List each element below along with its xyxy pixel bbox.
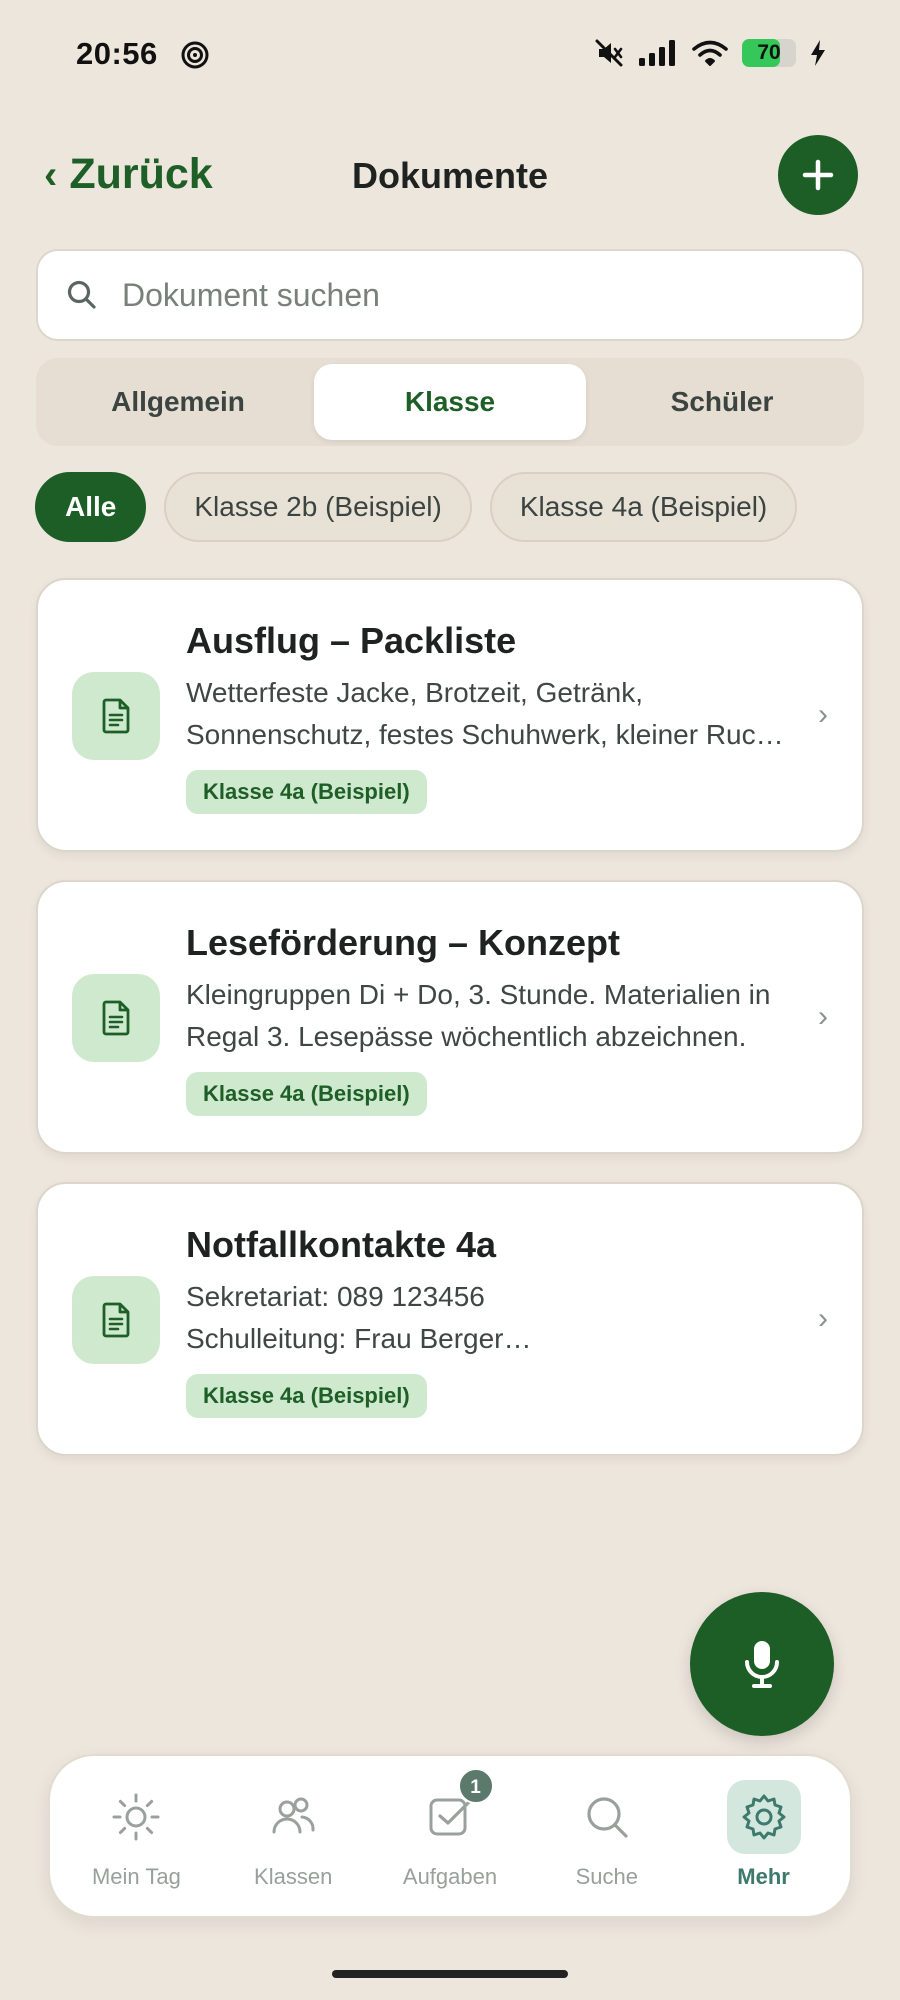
document-icon [72, 974, 160, 1062]
chevron-right-icon: › [818, 1302, 828, 1335]
tab-label: Aufgaben [402, 1864, 498, 1889]
tab-label: Suche [575, 1864, 638, 1889]
tab-label: Klassen [254, 1864, 333, 1889]
tab-label: Mehr [737, 1864, 790, 1889]
document-card[interactable]: Notfallkontakte 4a Sekretariat: 089 1234… [36, 1182, 864, 1456]
status-bar: 20:56 70 [0, 0, 900, 110]
document-card[interactable]: Leseförderung – Konzept Kleingruppen Di … [36, 880, 864, 1154]
search-bar[interactable] [36, 249, 864, 341]
filter-chips: Alle Klasse 2b (Beispiel) Klasse 4a (Bei… [35, 472, 798, 542]
filter-chip-klasse-2b[interactable]: Klasse 2b (Beispiel) [164, 472, 472, 542]
document-title: Leseförderung – Konzept [186, 922, 621, 963]
document-title: Ausflug – Packliste [186, 620, 517, 661]
plus-icon [802, 159, 834, 191]
tab-label: Mein Tag [91, 1864, 181, 1889]
chevron-right-icon: › [818, 1000, 828, 1033]
class-badge: Klasse 4a (Beispiel) [186, 1072, 427, 1116]
segment-allgemein[interactable]: Allgemein [42, 364, 314, 440]
status-icons: 70 [594, 38, 826, 68]
segment-schueler[interactable]: Schüler [586, 364, 858, 440]
tab-suche[interactable]: Suche [528, 1756, 685, 1916]
gear-icon [742, 1794, 786, 1840]
search-input[interactable] [122, 276, 762, 314]
document-card[interactable]: Ausflug – Packliste Wetterfeste Jacke, B… [36, 578, 864, 852]
segment-klasse[interactable]: Klasse [314, 364, 586, 440]
status-time: 20:56 [76, 36, 158, 71]
document-icon [72, 672, 160, 760]
segment-control: Allgemein Klasse Schüler [36, 358, 864, 446]
page-title: Dokumente [351, 155, 549, 196]
document-icon [72, 1276, 160, 1364]
battery-level: 70 [757, 41, 781, 64]
document-description: Kleingruppen Di + Do, 3. Stunde. Materia… [186, 979, 771, 1052]
signal-icon [639, 40, 675, 66]
microphone-icon [745, 1641, 779, 1688]
spiral-icon [181, 41, 209, 69]
filter-chip-alle[interactable]: Alle [35, 472, 147, 542]
charging-bolt-icon [811, 40, 825, 66]
class-badge: Klasse 4a (Beispiel) [186, 1374, 427, 1418]
document-title: Notfallkontakte 4a [186, 1224, 497, 1265]
tab-mein-tag[interactable]: Mein Tag [58, 1756, 215, 1916]
home-indicator [332, 1970, 568, 1978]
mute-icon [595, 39, 623, 67]
search-icon [587, 1797, 628, 1838]
document-description: Sekretariat: 089 123456 Schulleitung: Fr… [186, 1281, 532, 1354]
tab-bar: Mein Tag Klassen 1 Aufgaben Suche Mehr [48, 1754, 852, 1918]
filter-chip-klasse-4a[interactable]: Klasse 4a (Beispiel) [489, 472, 798, 542]
tab-klassen[interactable]: Klassen [215, 1756, 372, 1916]
users-icon [272, 1797, 315, 1834]
search-icon [67, 280, 96, 309]
document-description: Wetterfeste Jacke, Brotzeit, Getränk, So… [186, 677, 796, 750]
tab-mehr[interactable]: Mehr [685, 1756, 842, 1916]
voice-input-button[interactable] [690, 1592, 834, 1736]
chevron-right-icon: › [818, 698, 828, 731]
battery-indicator: 70 [742, 39, 796, 67]
tab-aufgaben[interactable]: 1 Aufgaben [372, 1756, 529, 1916]
task-count-badge: 1 [457, 1768, 494, 1804]
add-document-button[interactable] [778, 135, 858, 215]
class-badge: Klasse 4a (Beispiel) [186, 770, 427, 814]
wifi-icon [692, 40, 728, 66]
sun-icon [112, 1793, 160, 1841]
